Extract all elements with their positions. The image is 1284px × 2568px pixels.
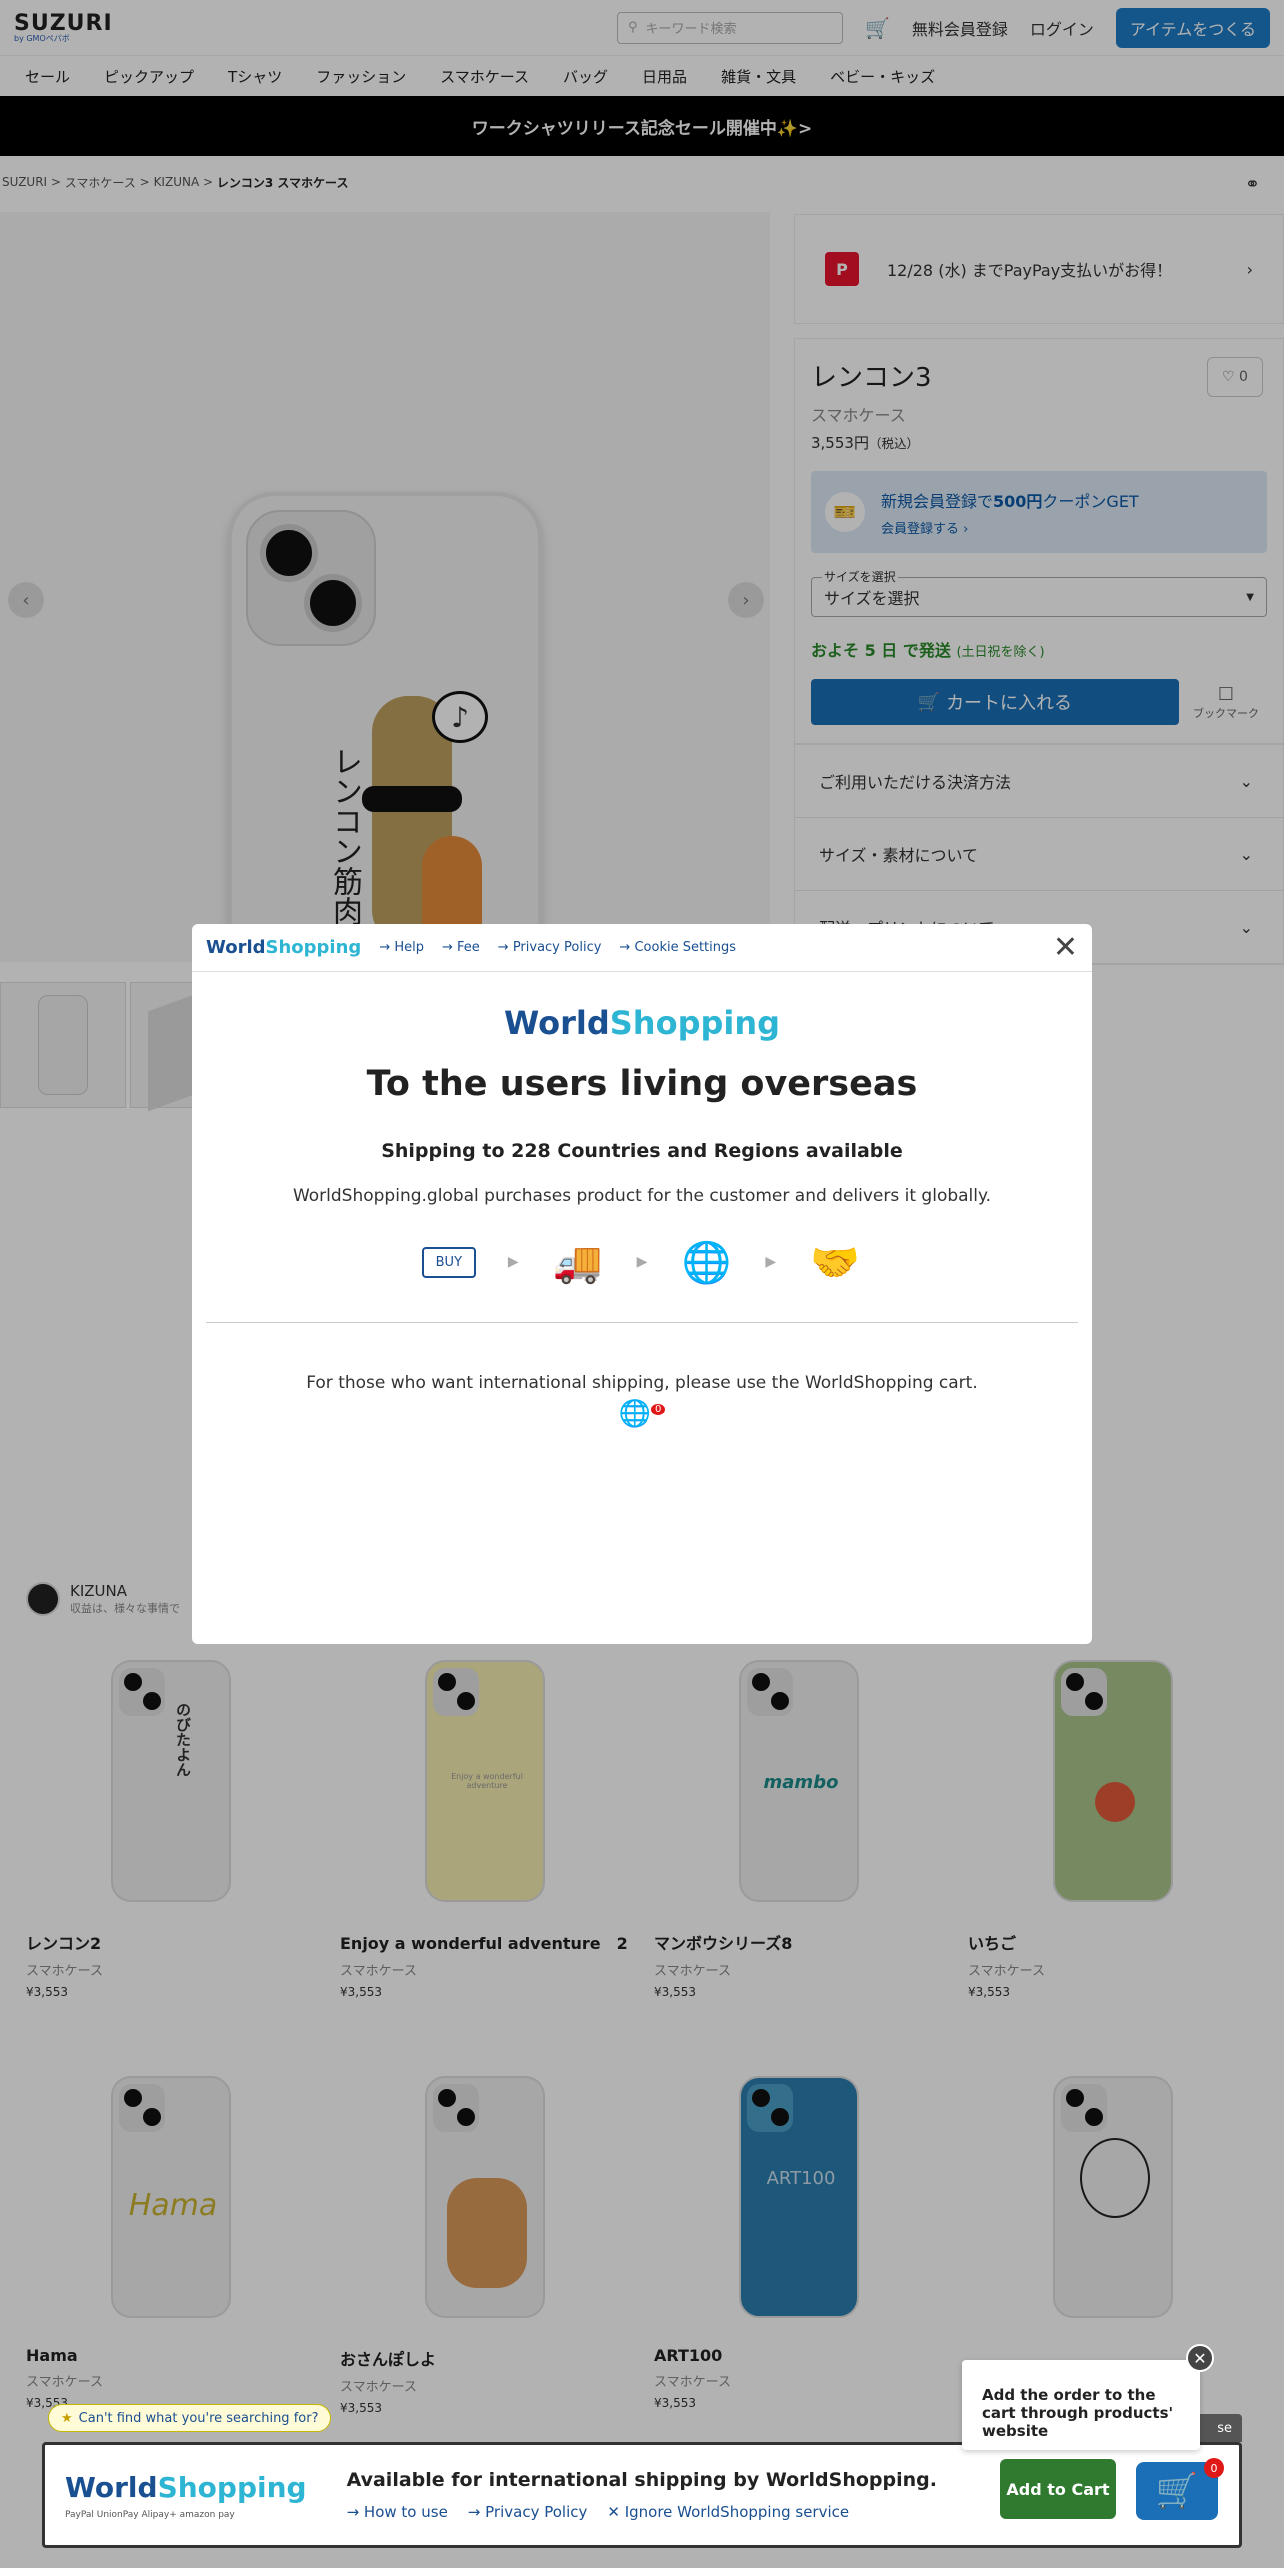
cart-count-badge: 0	[1204, 2458, 1224, 2478]
tooltip-close-icon[interactable]: ✕	[1186, 2344, 1214, 2372]
close-icon[interactable]: ✕	[1053, 932, 1078, 963]
delivery-handover-icon: 🤝	[810, 1239, 861, 1286]
globe-plane-icon: 🌐	[681, 1239, 732, 1286]
buy-icon: BUY	[410, 1232, 488, 1292]
modal-header: WorldShopping → Help → Fee → Privacy Pol…	[192, 924, 1092, 972]
modal-description: WorldShopping.global purchases product f…	[292, 1186, 992, 1206]
link-text: How to use	[363, 2503, 448, 2521]
modal-title: To the users living overseas	[366, 1064, 918, 1104]
link-text: Privacy Policy	[512, 940, 602, 955]
step-arrow-icon: ▶	[507, 1254, 519, 1270]
step-arrow-icon: ▶	[636, 1254, 648, 1270]
modal-link-help[interactable]: → Help	[379, 940, 424, 955]
payment-logos: PayPal UnionPay Alipay+ amazon pay	[65, 2509, 235, 2520]
logo-part-a: World	[503, 1004, 610, 1042]
privacy-policy-link[interactable]: → Privacy Policy	[468, 2503, 588, 2521]
modal-subtitle: Shipping to 228 Countries and Regions av…	[381, 1140, 903, 1162]
link-text: Help	[394, 940, 424, 955]
link-text: Ignore WorldShopping service	[624, 2503, 850, 2521]
help-text: Can't find what you're searching for?	[78, 2410, 319, 2426]
process-steps: BUY ▶ 🚚 ▶ 🌐 ▶ 🤝	[192, 1232, 1092, 1292]
worldshopping-logo: WorldShopping	[206, 937, 361, 958]
cart-icon: 🛒	[1155, 2471, 1199, 2511]
globe-cart-icon[interactable]: 🌐 0	[192, 1399, 1092, 1429]
logo-part-a: World	[206, 937, 266, 958]
modal-footer-text: For those who want international shippin…	[306, 1373, 978, 1393]
bar-title: Available for international shipping by …	[346, 2469, 937, 2491]
worldshopping-modal: WorldShopping → Help → Fee → Privacy Pol…	[192, 924, 1092, 1644]
logo-part-b: Shopping	[157, 2470, 307, 2504]
modal-link-privacy[interactable]: → Privacy Policy	[498, 940, 602, 955]
buy-label: BUY	[421, 1246, 477, 1278]
divider	[206, 1322, 1078, 1323]
ignore-service-link[interactable]: ✕ Ignore WorldShopping service	[607, 2503, 849, 2521]
link-text: Privacy Policy	[485, 2503, 588, 2521]
logo-part-b: Shopping	[609, 1004, 781, 1042]
add-order-tooltip: Add the order to the cart through produc…	[962, 2360, 1200, 2450]
worldshopping-logo-large: WorldShopping	[192, 1004, 1092, 1042]
help-search-pill[interactable]: ★ Can't find what you're searching for?	[48, 2404, 332, 2432]
modal-link-cookie[interactable]: → Cookie Settings	[619, 940, 736, 955]
modal-link-fee[interactable]: → Fee	[442, 940, 480, 955]
step-arrow-icon: ▶	[765, 1254, 777, 1270]
star-icon: ★	[61, 2410, 73, 2426]
link-text: Fee	[457, 940, 480, 955]
link-text: Cookie Settings	[634, 940, 737, 955]
ws-add-to-cart-button[interactable]: Add to Cart	[1000, 2459, 1116, 2519]
worldshopping-logo: WorldShopping	[65, 2471, 307, 2504]
how-to-use-link[interactable]: → How to use	[347, 2503, 448, 2521]
warehouse-truck-icon: 🚚	[552, 1239, 603, 1286]
globe-cart-count: 0	[651, 1404, 666, 1416]
ws-cart-button[interactable]: 🛒 0	[1136, 2458, 1224, 2520]
logo-part-a: World	[65, 2470, 158, 2504]
logo-part-b: Shopping	[265, 937, 362, 958]
